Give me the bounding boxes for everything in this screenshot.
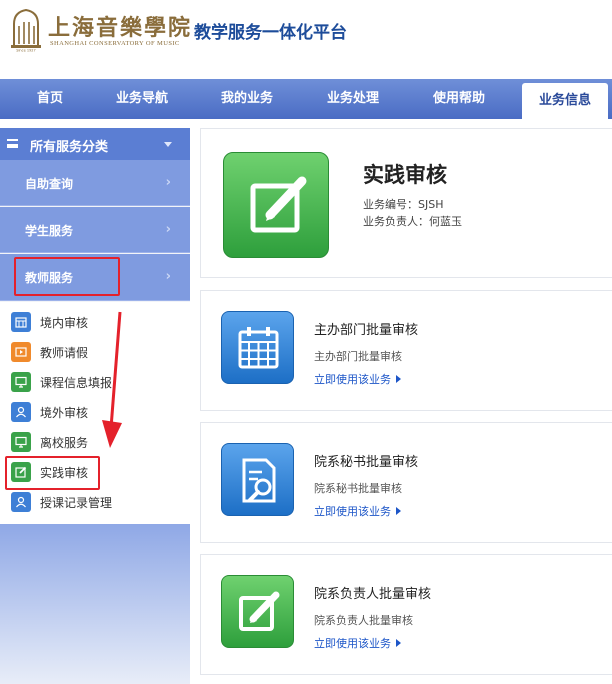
logo[interactable]: Since 1927 上海音樂學院 SHANGHAI CONSERVATORY … (8, 6, 190, 54)
sidebar-item-teaching-records[interactable]: 授课记录管理 (0, 487, 190, 517)
user-icon (11, 402, 31, 422)
sidebar-item-leaving-school[interactable]: 离校服务 (0, 427, 190, 457)
business-code: 业务编号：SJSH (363, 198, 444, 211)
annotation-box-practice-review (5, 456, 100, 490)
sidebar-item-label: 境内审核 (40, 316, 89, 330)
monitor-icon (11, 372, 31, 392)
business-owner: 业务负责人：何蓝玉 (363, 215, 462, 228)
card-description: 主办部门批量审核 (314, 350, 402, 363)
sidebar-item-label: 授课记录管理 (40, 496, 113, 510)
nav-business-info[interactable]: 业务信息 (522, 83, 608, 119)
platform-title: 教学服务一体化平台 (194, 23, 347, 43)
sidebar-category-self-query[interactable]: 自助查询 › (0, 160, 190, 206)
use-service-link-label: 立即使用该业务 (314, 373, 391, 386)
triangle-right-icon (396, 507, 401, 515)
video-icon (11, 342, 31, 362)
business-detail-header: 实践审核 业务编号：SJSH 业务负责人：何蓝玉 (200, 128, 612, 278)
calendar-icon (221, 311, 294, 384)
chevron-right-icon: › (165, 222, 171, 237)
nav-help[interactable]: 使用帮助 (421, 79, 497, 119)
sidebar-category-label: 学生服务 (25, 224, 74, 238)
use-service-link-label: 立即使用该业务 (314, 505, 391, 518)
sidebar-item-label: 教师请假 (40, 346, 89, 360)
edit-icon (223, 152, 329, 258)
nav-business-guide[interactable]: 业务导航 (104, 79, 180, 119)
triangle-right-icon (396, 639, 401, 647)
card-title: 院系秘书批量审核 (314, 455, 419, 470)
card-title: 主办部门批量审核 (314, 323, 419, 338)
triangle-right-icon (396, 375, 401, 383)
caret-down-icon (164, 142, 172, 147)
calendar-icon (11, 312, 31, 332)
sidebar-footer-gradient (0, 524, 190, 684)
service-card-department-batch-review: 主办部门批量审核 主办部门批量审核 立即使用该业务 (200, 290, 612, 411)
nav-home[interactable]: 首页 (20, 79, 80, 119)
service-card-secretary-batch-review: 院系秘书批量审核 院系秘书批量审核 立即使用该业务 (200, 422, 612, 543)
edit-icon (221, 575, 294, 648)
nav-my-business[interactable]: 我的业务 (209, 79, 285, 119)
chevron-right-icon: › (165, 175, 171, 190)
sidebar-header-label: 所有服务分类 (30, 140, 109, 155)
card-description: 院系负责人批量审核 (314, 614, 413, 627)
sidebar-item-overseas-review[interactable]: 境外审核 (0, 397, 190, 427)
sidebar-item-label: 离校服务 (40, 436, 89, 450)
use-service-link[interactable]: 立即使用该业务 (314, 635, 401, 651)
annotation-box-teacher-services (14, 257, 120, 296)
document-search-icon (221, 443, 294, 516)
card-title: 院系负责人批量审核 (314, 587, 432, 602)
card-description: 院系秘书批量审核 (314, 482, 402, 495)
monitor-icon (11, 432, 31, 452)
header: Since 1927 上海音樂學院 SHANGHAI CONSERVATORY … (0, 0, 612, 78)
sidebar-category-label: 自助查询 (25, 177, 74, 191)
business-title: 实践审核 (363, 163, 447, 187)
sidebar-service-list: 境内审核 教师请假 课程信息填报 境外审核 离校服务 实践审核 授课记录管理 (0, 302, 190, 524)
sidebar-item-teacher-leave[interactable]: 教师请假 (0, 337, 190, 367)
sidebar-item-course-info-entry[interactable]: 课程信息填报 (0, 367, 190, 397)
sidebar: 所有服务分类 自助查询 › 学生服务 › 教师服务 › 境内审核 教师请假 课程… (0, 128, 190, 684)
user-icon (11, 492, 31, 512)
logo-english-name: SHANGHAI CONSERVATORY OF MUSIC (50, 40, 180, 47)
sidebar-category-student-services[interactable]: 学生服务 › (0, 207, 190, 253)
use-service-link[interactable]: 立即使用该业务 (314, 503, 401, 519)
main-content: 实践审核 业务编号：SJSH 业务负责人：何蓝玉 主办部门批量审核 主办部门批量… (200, 128, 612, 684)
service-card-dept-head-batch-review: 院系负责人批量审核 院系负责人批量审核 立即使用该业务 (200, 554, 612, 675)
chevron-right-icon: › (165, 269, 171, 284)
annotation-arrow-icon (102, 311, 122, 448)
sidebar-item-domestic-review[interactable]: 境内审核 (0, 307, 190, 337)
menu-icon (7, 139, 18, 148)
nav-business-processing[interactable]: 业务处理 (315, 79, 391, 119)
logo-chinese-name: 上海音樂學院 (48, 15, 193, 41)
use-service-link-label: 立即使用该业务 (314, 637, 391, 650)
use-service-link[interactable]: 立即使用该业务 (314, 371, 401, 387)
sidebar-header[interactable]: 所有服务分类 (0, 128, 190, 160)
sidebar-item-label: 境外审核 (40, 406, 89, 420)
main-nav: 首页 业务导航 我的业务 业务处理 使用帮助 业务信息 (0, 79, 612, 119)
conservatory-emblem-icon: Since 1927 (11, 8, 41, 53)
svg-text:Since 1927: Since 1927 (16, 49, 36, 53)
